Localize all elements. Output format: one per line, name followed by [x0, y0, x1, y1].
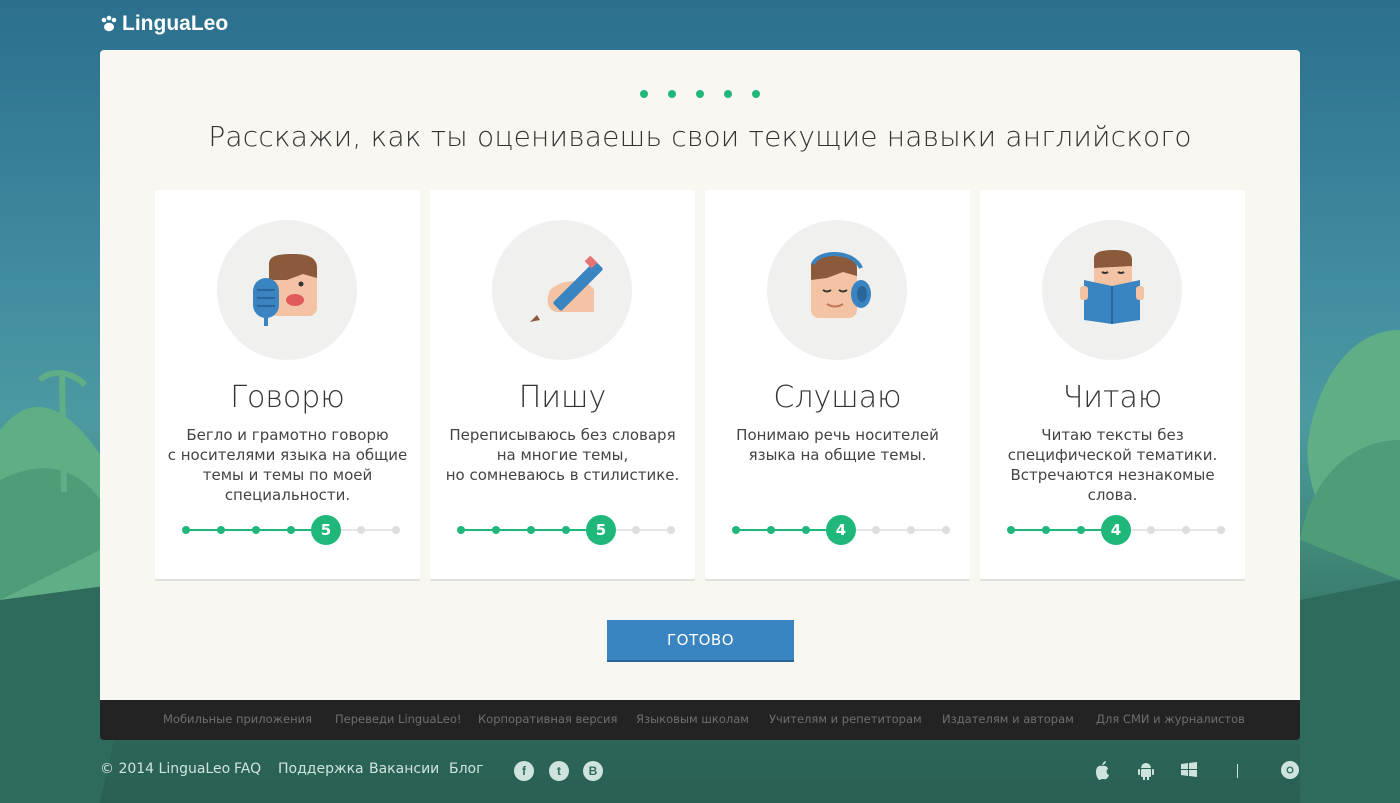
footer-link[interactable]: Учителям и репетиторам — [769, 712, 922, 726]
skill-description: Понимаю речь носителей языка на общие тем… — [736, 426, 939, 464]
scale-point[interactable] — [767, 526, 775, 534]
skill-title: Говорю — [230, 380, 345, 415]
progress-dot — [752, 90, 760, 98]
scale-point[interactable] — [357, 526, 365, 534]
scale-selected-level[interactable]: 5 — [586, 515, 616, 545]
skill-card-reading: Читаю Читаю тексты без специфической тема… — [980, 190, 1245, 579]
bottom-link-support[interactable]: Поддержка — [278, 761, 364, 777]
scale-point[interactable] — [1042, 526, 1050, 534]
skill-card-speaking: Говорю Бегло и грамотно говорю с носителя… — [155, 190, 420, 579]
progress-dot — [640, 90, 648, 98]
done-button[interactable]: ГОТОВО — [607, 620, 794, 662]
skill-description: Бегло и грамотно говорю с носителями язык… — [167, 426, 408, 504]
scale-point[interactable] — [907, 526, 915, 534]
scale-point[interactable] — [1182, 526, 1190, 534]
scale-point[interactable] — [527, 526, 535, 534]
vk-icon[interactable]: B — [583, 761, 603, 781]
scale-point[interactable] — [492, 526, 500, 534]
chrome-icon[interactable] — [1279, 759, 1301, 781]
scale-point[interactable] — [632, 526, 640, 534]
skill-level-scale[interactable]: 4 — [1007, 515, 1225, 545]
scale-point[interactable] — [562, 526, 570, 534]
skill-level-scale[interactable]: 5 — [457, 515, 675, 545]
scale-point[interactable] — [942, 526, 950, 534]
footer-link[interactable]: Издателям и авторам — [942, 712, 1074, 726]
apple-icon[interactable] — [1091, 759, 1113, 781]
skill-title: Слушаю — [773, 380, 902, 415]
footer-link[interactable]: Переведи LinguaLeo! — [335, 712, 461, 726]
scale-selected-level[interactable]: 4 — [1101, 515, 1131, 545]
scale-point[interactable] — [1217, 526, 1225, 534]
twitter-icon[interactable]: t — [549, 761, 569, 781]
bottom-link-faq[interactable]: FAQ — [234, 761, 261, 777]
page-title: Расскажи, как ты оцениваешь свои текущие… — [208, 120, 1192, 153]
progress-dot — [696, 90, 704, 98]
skill-card-writing: Пишу Переписываюсь без словаря на многие … — [430, 190, 695, 579]
scale-point[interactable] — [457, 526, 465, 534]
scale-selected-level[interactable]: 5 — [311, 515, 341, 545]
scale-point[interactable] — [802, 526, 810, 534]
skill-title: Читаю — [1062, 380, 1163, 415]
footer-link[interactable]: Языковым школам — [636, 712, 749, 726]
footer-link[interactable]: Для СМИ и журналистов — [1096, 712, 1245, 726]
scale-point[interactable] — [182, 526, 190, 534]
scale-point[interactable] — [1147, 526, 1155, 534]
scale-point[interactable] — [287, 526, 295, 534]
writing-icon — [492, 220, 632, 360]
footer-link[interactable]: Корпоративная версия — [478, 712, 617, 726]
skill-level-scale[interactable]: 5 — [182, 515, 400, 545]
skill-card-listening: Слушаю Понимаю речь носителей языка на об… — [705, 190, 970, 579]
progress-dots — [100, 90, 1300, 98]
progress-dot — [724, 90, 732, 98]
scale-line-empty — [1116, 529, 1221, 531]
scale-point[interactable] — [732, 526, 740, 534]
reading-icon — [1042, 220, 1182, 360]
brand-logo[interactable]: LinguaLeo — [100, 12, 228, 36]
paw-icon — [101, 15, 117, 32]
footer-links-bar: Мобильные приложения Переведи LinguaLeo!… — [100, 700, 1300, 740]
skill-level-scale[interactable]: 4 — [732, 515, 950, 545]
platform-separator — [1237, 764, 1238, 778]
scale-point[interactable] — [392, 526, 400, 534]
scale-point[interactable] — [1077, 526, 1085, 534]
skill-title: Пишу — [518, 380, 607, 415]
android-icon[interactable] — [1135, 759, 1157, 781]
listening-icon — [767, 220, 907, 360]
copyright: © 2014 LinguaLeo — [100, 761, 231, 777]
brand-name: LinguaLeo — [122, 12, 229, 35]
facebook-icon[interactable]: f — [514, 761, 534, 781]
scale-point[interactable] — [217, 526, 225, 534]
footer-link[interactable]: Мобильные приложения — [163, 712, 312, 726]
progress-dot — [668, 90, 676, 98]
bottom-link-blog[interactable]: Блог — [449, 761, 483, 777]
bottom-link-jobs[interactable]: Вакансии — [369, 761, 439, 777]
scale-line-empty — [841, 529, 946, 531]
skill-description: Переписываюсь без словаря на многие темы,… — [445, 426, 680, 484]
scale-point[interactable] — [1007, 526, 1015, 534]
scale-point[interactable] — [872, 526, 880, 534]
scale-selected-level[interactable]: 4 — [826, 515, 856, 545]
scale-point[interactable] — [252, 526, 260, 534]
assessment-panel: Расскажи, как ты оцениваешь свои текущие… — [100, 50, 1300, 700]
scale-point[interactable] — [667, 526, 675, 534]
windows-icon[interactable] — [1178, 759, 1200, 781]
skill-description: Читаю тексты без специфической тематики. В… — [1007, 426, 1218, 504]
speaking-icon — [217, 220, 357, 360]
